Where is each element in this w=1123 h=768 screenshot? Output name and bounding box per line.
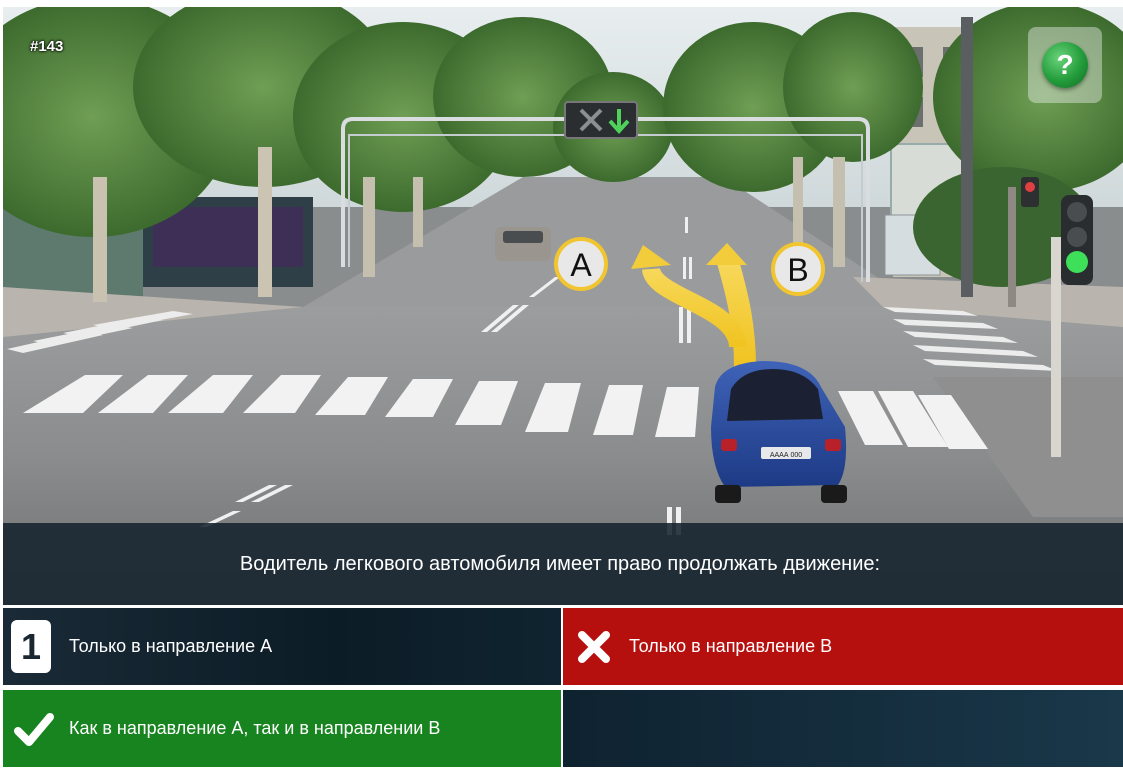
question-text: Водитель легкового автомобиля имеет прав… xyxy=(239,552,881,575)
answer-option-3[interactable]: Как в направление А, так и в направлении… xyxy=(3,690,561,767)
help-button[interactable]: ? xyxy=(1028,27,1102,103)
question-icon: ? xyxy=(1042,42,1088,88)
answer-label: Как в направление А, так и в направлении… xyxy=(69,718,441,738)
answer-option-2[interactable]: Только в направление В xyxy=(563,608,1123,685)
question-bar: Водитель легкового автомобиля имеет прав… xyxy=(3,523,1123,605)
answer-option-1[interactable]: 1 Только в направление А xyxy=(3,608,561,685)
cross-icon xyxy=(573,626,615,668)
answer-number-badge: 1 xyxy=(11,620,51,673)
marker-a-label: A xyxy=(570,247,592,283)
answer-label: Только в направление В xyxy=(629,636,833,656)
marker-b-label: B xyxy=(787,252,808,288)
marker-b: B xyxy=(771,242,825,296)
road-scene: АААА 000 A B xyxy=(3,7,1123,605)
answer-label: Только в направление А xyxy=(69,636,273,656)
question-number: #143 xyxy=(30,38,64,55)
answer-empty-slot xyxy=(563,690,1123,767)
check-icon xyxy=(13,708,55,750)
scene-illustration: АААА 000 A B #143 ? Водитель легкового а… xyxy=(3,7,1123,605)
answer-list: 1 Только в направление А Только в направ… xyxy=(3,608,1123,768)
marker-a: A xyxy=(554,237,608,291)
quiz-card: АААА 000 A B #143 ? Водитель легкового а… xyxy=(3,7,1123,768)
plate-text: АААА 000 xyxy=(770,452,802,459)
